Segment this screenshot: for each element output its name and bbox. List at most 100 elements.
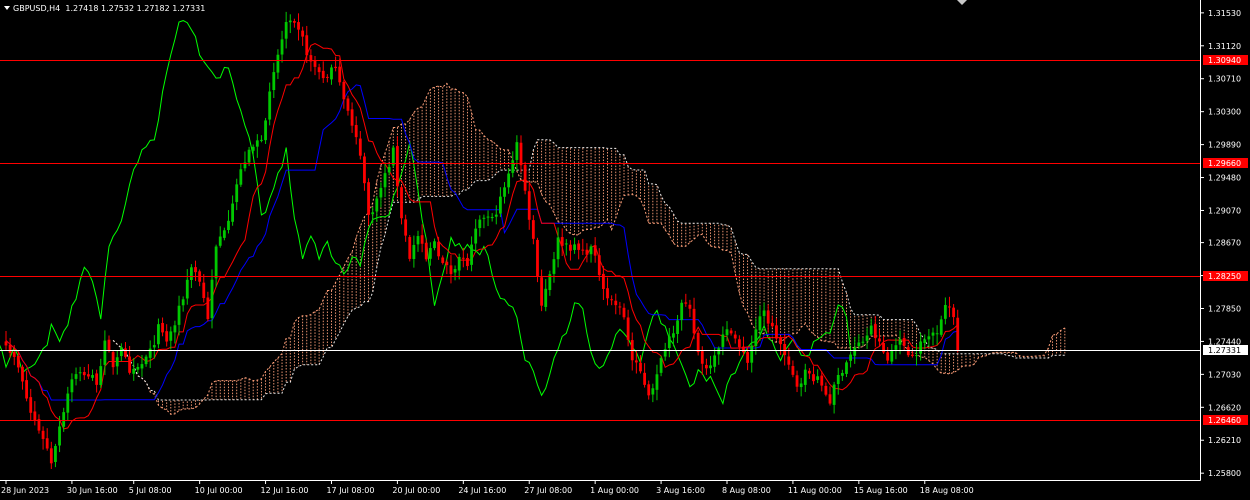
candle-body (680, 302, 684, 321)
candle-body (935, 333, 939, 335)
y-tick-label: 1.27850 (1208, 304, 1241, 313)
candle-body (235, 184, 239, 202)
candle-body (293, 21, 296, 23)
candle-body (95, 373, 99, 385)
candle-body (606, 288, 609, 299)
candle-body (717, 348, 721, 355)
candle-body (948, 306, 951, 308)
candle-body (783, 343, 787, 356)
candle-body (482, 217, 486, 219)
candle-body (499, 196, 502, 214)
candle-body (828, 394, 832, 404)
candle-body (597, 255, 601, 276)
candle-body (342, 81, 346, 100)
x-tick-label: 5 Jul 08:00 (129, 486, 172, 495)
candle-body (552, 259, 556, 274)
candle-body (943, 304, 947, 319)
candle-body (404, 219, 408, 236)
candle-body (742, 346, 745, 353)
candle-body (746, 352, 749, 363)
x-tick-label: 8 Aug 08:00 (722, 486, 771, 495)
candle-body (82, 371, 86, 376)
candle-body (272, 72, 276, 91)
kijun-sen-line (5, 84, 958, 401)
candle-body (169, 331, 173, 341)
candle-body (247, 149, 251, 163)
candle-body (494, 214, 498, 217)
x-tick-label: 27 Jul 08:00 (524, 486, 572, 495)
candle-body (346, 98, 350, 111)
candle-body (424, 242, 428, 260)
candle-body (808, 370, 811, 374)
candle-body (556, 237, 560, 260)
candle-body (692, 308, 696, 334)
candle-body (725, 329, 729, 336)
candle-body (589, 246, 593, 255)
candle-body (696, 332, 700, 353)
candle-body (12, 351, 16, 357)
candle-body (614, 300, 618, 306)
candle-body (313, 60, 317, 67)
candle-body (227, 220, 230, 230)
candle-body (758, 316, 762, 331)
candle-body (284, 22, 288, 39)
candle-body (618, 306, 622, 308)
plot-area (0, 11, 1066, 469)
candle-body (268, 91, 272, 120)
candle-body (898, 339, 902, 345)
candle-body (358, 138, 362, 156)
candle-body (437, 241, 440, 257)
x-tick-label: 1 Aug 00:00 (590, 486, 639, 495)
candle-body (581, 249, 585, 251)
candle-body (173, 325, 177, 333)
chart-shift-marker-icon[interactable] (957, 0, 967, 5)
candle-body (956, 317, 960, 351)
candles (4, 11, 960, 469)
candle-body (338, 66, 342, 83)
candle-body (350, 109, 354, 126)
candle-body (453, 269, 457, 273)
candle-body (210, 279, 214, 319)
candle-body (799, 383, 803, 388)
dropdown-triangle-icon[interactable] (4, 6, 10, 10)
candle-body (91, 375, 94, 378)
y-tick-label: 1.29480 (1208, 174, 1241, 183)
candle-body (181, 299, 185, 306)
tenkan-sen-line (5, 42, 959, 430)
candle-body (433, 241, 436, 249)
candle-body (400, 187, 403, 219)
symbol-timeframe: GBPUSD,H4 (13, 4, 61, 13)
candle-body (894, 345, 898, 350)
candle-body (857, 342, 861, 347)
candle-body (74, 374, 78, 379)
candle-body (8, 344, 12, 353)
candle-body (107, 339, 111, 351)
candle-body (536, 239, 539, 276)
candle-body (375, 198, 379, 212)
candle-body (461, 257, 465, 259)
candle-body (222, 230, 226, 238)
candle-body (750, 345, 754, 363)
candle-body (124, 348, 127, 357)
candle-body (824, 385, 828, 395)
candle-body (177, 305, 181, 325)
x-tick-label: 11 Aug 00:00 (788, 486, 842, 495)
chart-window[interactable]: 1.31530 1.31120 1.30710 1.30300 1.29890 1.294… (0, 0, 1250, 500)
candle-body (264, 120, 267, 141)
candle-body (647, 384, 651, 396)
candle-body (297, 22, 300, 30)
candle-body (103, 340, 107, 365)
candle-body (890, 350, 894, 362)
candle-body (733, 334, 737, 339)
price-chart[interactable]: 1.31530 1.31120 1.30710 1.30300 1.29890 1.294… (0, 0, 1250, 500)
candle-body (231, 203, 234, 222)
candle-body (569, 244, 572, 251)
candle-body (886, 352, 890, 361)
candle-body (276, 54, 280, 73)
candle-body (511, 160, 515, 173)
candle-body (239, 169, 243, 185)
candle-body (667, 336, 671, 349)
candle-body (206, 297, 210, 320)
candle-body (519, 142, 523, 166)
candle-body (902, 337, 906, 346)
